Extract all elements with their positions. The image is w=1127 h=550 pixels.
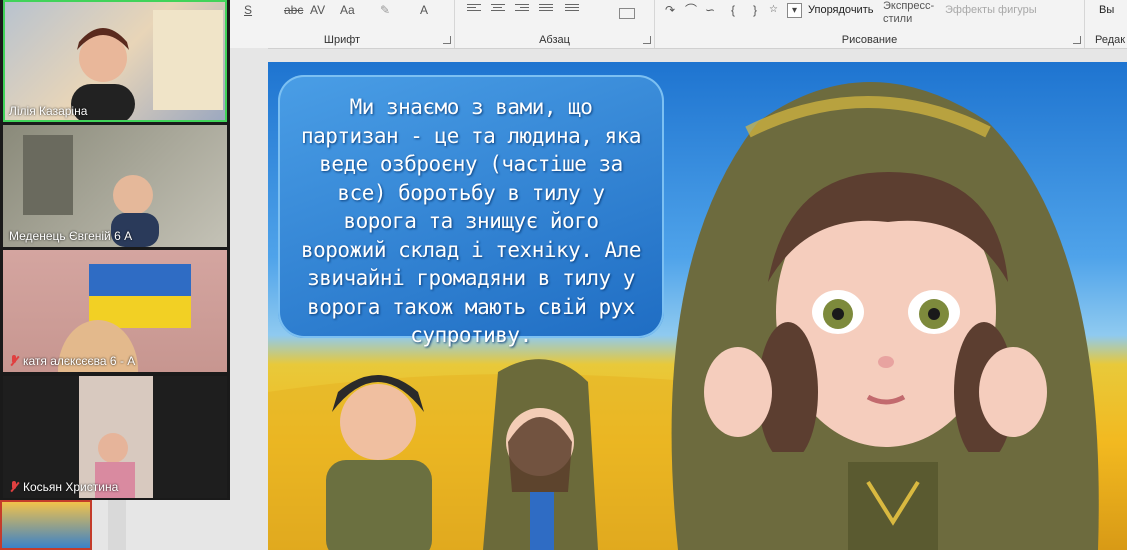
participant-name: катя алєксєєва 6 - А (9, 354, 135, 368)
participant-tile[interactable]: Косьян Христина (3, 376, 227, 498)
shapes-gallery-more-icon[interactable]: ▾ (787, 3, 802, 18)
brace-right-icon[interactable]: } (753, 2, 757, 18)
arc-shape-icon[interactable]: ⌒ (685, 2, 697, 18)
font-group: S abc AV Aa ✎ A Шрифт (230, 0, 455, 48)
slide-text-box[interactable]: Ми знаємо з вами, що партизан - це та лю… (278, 75, 664, 347)
columns-icon[interactable] (565, 4, 579, 15)
arrange-button[interactable]: Упорядочить (808, 2, 873, 18)
editing-group: Вы Редак (1085, 0, 1127, 48)
slide-canvas[interactable]: Ми знаємо з вами, що партизан - це та лю… (268, 62, 1127, 550)
slide-body-text: Ми знаємо з вами, що партизан - це та лю… (300, 95, 642, 347)
justify-icon[interactable] (539, 4, 553, 15)
align-left-icon[interactable] (467, 4, 481, 15)
shape-effects-button[interactable]: Эффекты фигуры (945, 2, 1037, 18)
slide-pane-gutter (230, 48, 268, 550)
drawing-group-label: Рисование (841, 34, 898, 46)
paragraph-group-label: Абзац (539, 34, 570, 46)
paragraph-group: Абзац (455, 0, 655, 48)
character-spacing-button[interactable]: AV (310, 2, 325, 18)
editing-group-label: Редак (1095, 34, 1126, 46)
participant-name: Меденець Євгеній 6 А (9, 229, 133, 243)
video-participants-panel: Лілія Казаріна Меденець Євгеній 6 А катя… (0, 0, 230, 500)
drawing-group: ↷ ⌒ ∽ { } ☆ ▾ Упорядочить Экспресс- стил… (655, 0, 1085, 48)
smartart-icon[interactable] (619, 8, 635, 19)
font-group-label: Шрифт (323, 34, 361, 46)
paragraph-dialog-launcher-icon[interactable] (643, 36, 651, 44)
font-dialog-launcher-icon[interactable] (443, 36, 451, 44)
participant-tile[interactable]: Лілія Казаріна (3, 0, 227, 122)
font-color-button[interactable]: A (420, 2, 428, 18)
quick-styles-button[interactable]: Экспресс- стили (883, 0, 934, 25)
align-right-icon[interactable] (515, 4, 529, 15)
participant-name: Косьян Христина (9, 480, 118, 494)
thumbnail-scrollbar[interactable] (108, 500, 126, 550)
star-shape-icon[interactable]: ☆ (769, 2, 778, 18)
brace-left-icon[interactable]: { (731, 2, 735, 18)
change-case-button[interactable]: Aa (340, 2, 355, 18)
curve-shape-icon[interactable]: ∽ (705, 2, 715, 18)
strikethrough-button[interactable]: abc (284, 2, 303, 18)
participant-tile[interactable]: катя алєксєєва 6 - А (3, 250, 227, 372)
align-center-icon[interactable] (491, 4, 505, 15)
underline-button[interactable]: S (244, 2, 252, 18)
mic-muted-icon (9, 355, 19, 367)
select-button[interactable]: Вы (1099, 2, 1114, 18)
drawing-dialog-launcher-icon[interactable] (1073, 36, 1081, 44)
slide-thumbnail[interactable] (0, 500, 92, 550)
highlight-icon[interactable]: ✎ (380, 2, 390, 18)
mic-muted-icon (9, 481, 19, 493)
participant-name: Лілія Казаріна (9, 104, 88, 118)
participant-tile[interactable]: Меденець Євгеній 6 А (3, 125, 227, 247)
freeform-shape-icon[interactable]: ↷ (665, 2, 675, 18)
